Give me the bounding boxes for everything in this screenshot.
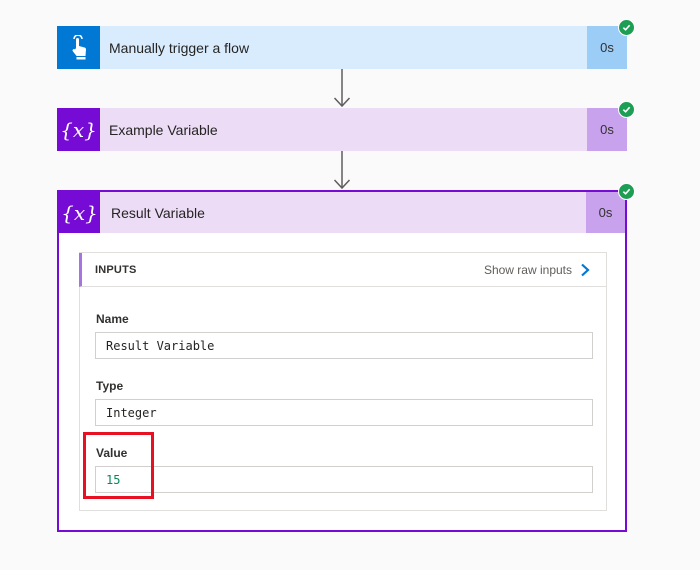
highlight-box bbox=[83, 432, 154, 499]
chevron-right-icon bbox=[581, 263, 590, 276]
connector-arrow-icon bbox=[333, 151, 351, 190]
show-raw-inputs-label: Show raw inputs bbox=[483, 262, 572, 277]
success-check-icon bbox=[618, 101, 635, 118]
field-label-type: Type bbox=[96, 379, 124, 393]
field-value-type: Integer bbox=[95, 399, 593, 426]
field-value-value: 15 bbox=[95, 466, 593, 493]
success-check-icon bbox=[618, 183, 635, 200]
inputs-panel: INPUTS Show raw inputs Name Result Varia… bbox=[79, 252, 607, 511]
show-raw-inputs-link[interactable]: Show raw inputs bbox=[484, 263, 590, 277]
step-duration: 0s bbox=[586, 192, 625, 233]
step-manually-trigger[interactable]: Manually trigger a flow 0s bbox=[57, 26, 627, 69]
variable-icon: {x} bbox=[59, 192, 100, 233]
step-title: Manually trigger a flow bbox=[109, 39, 250, 56]
step-example-variable[interactable]: {x} Example Variable 0s bbox=[57, 108, 627, 151]
field-label-name: Name bbox=[96, 312, 129, 326]
field-value-name: Result Variable bbox=[95, 332, 593, 359]
variable-icon: {x} bbox=[57, 108, 100, 151]
inputs-header: INPUTS Show raw inputs bbox=[79, 253, 606, 287]
step-title: Result Variable bbox=[111, 204, 205, 221]
touch-hand-icon bbox=[57, 26, 100, 69]
step-title: Example Variable bbox=[109, 121, 218, 138]
inputs-label: INPUTS bbox=[95, 263, 137, 276]
success-check-icon bbox=[618, 19, 635, 36]
connector-arrow-icon bbox=[333, 69, 351, 108]
step-header[interactable]: {x} Result Variable 0s bbox=[59, 192, 625, 233]
